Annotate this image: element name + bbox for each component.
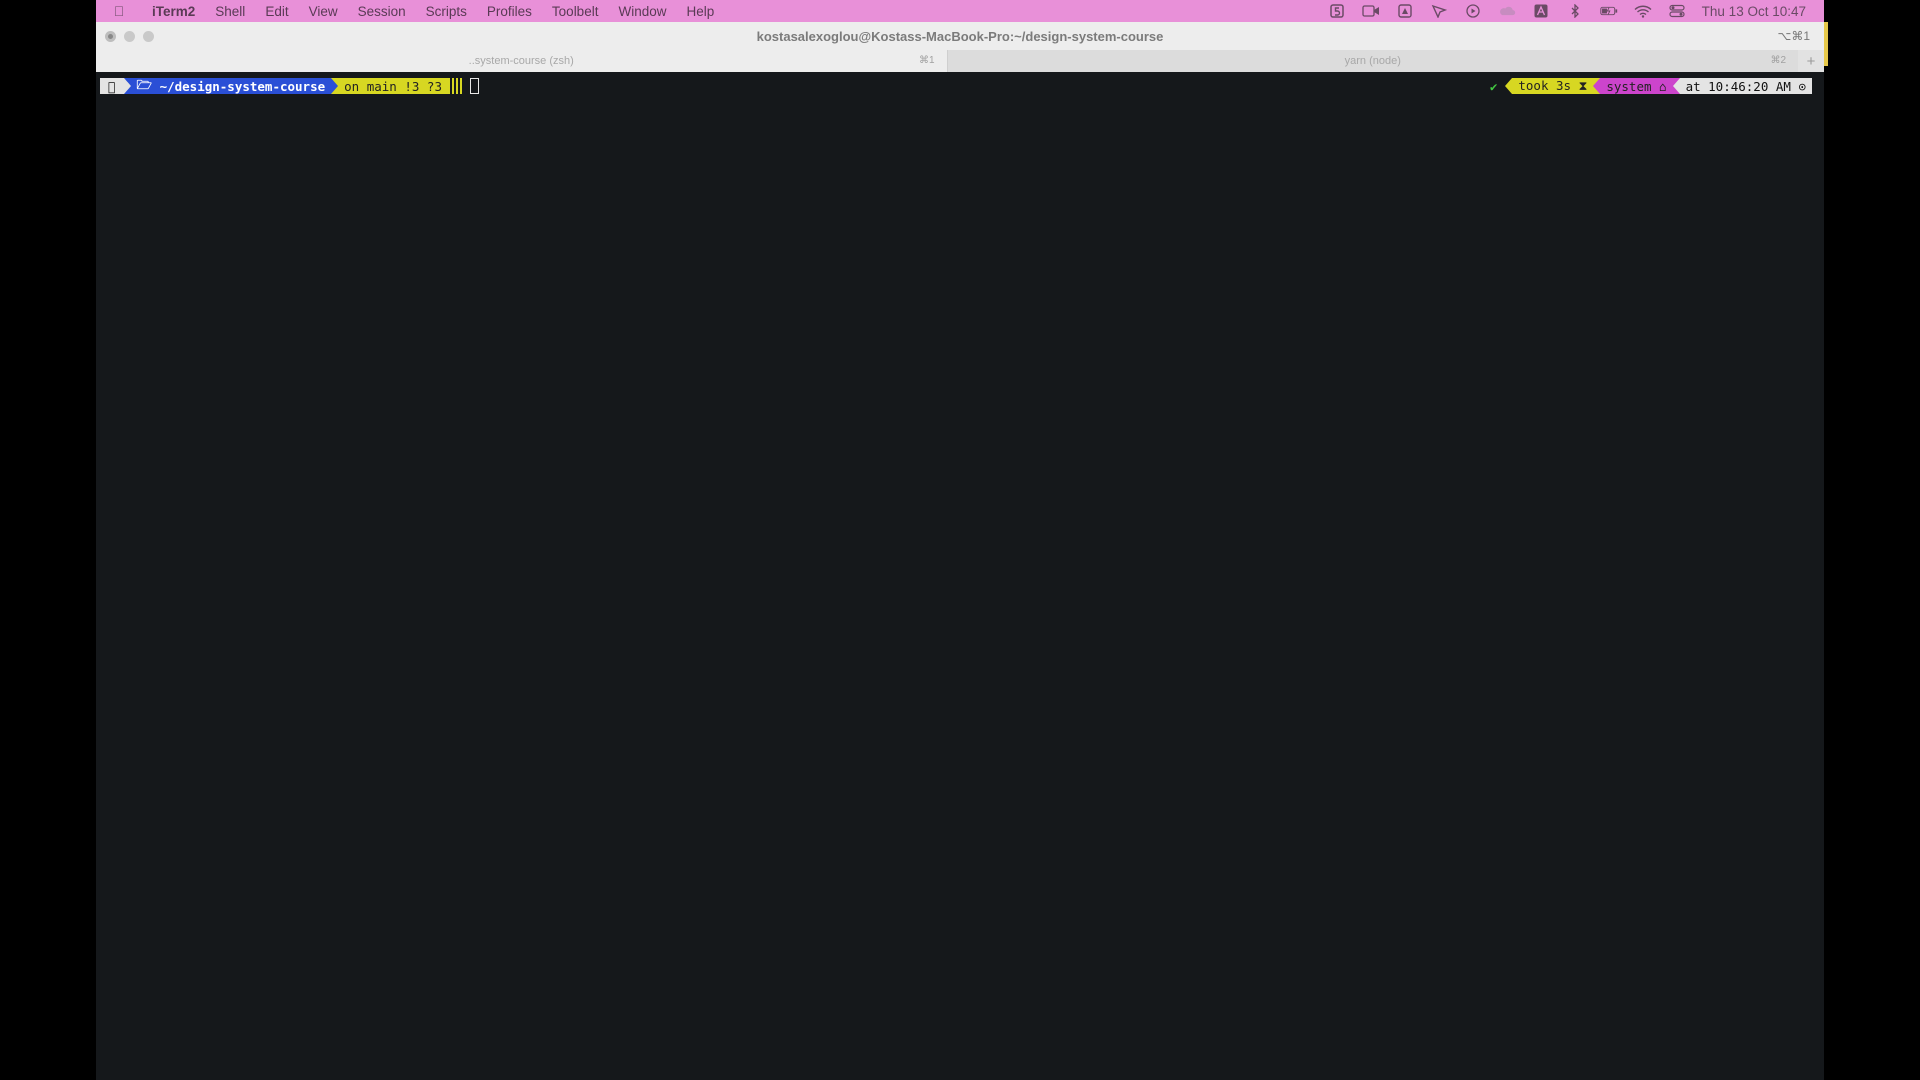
menu-toolbelt[interactable]: Toolbelt [542, 4, 609, 19]
prompt-time: at 10:46:20 AM ⊙ [1679, 78, 1812, 94]
tab-zsh-shortcut: ⌘1 [918, 55, 935, 66]
menu-app-iterm2[interactable]: iTerm2 [142, 4, 205, 19]
menu-view[interactable]: View [299, 4, 348, 19]
menu-session[interactable]: Session [348, 4, 416, 19]
tab-yarn-label: yarn (node) [1344, 55, 1401, 67]
prompt-right: ✔ took 3s ⧗ system ⌂ at 10:46:20 AM ⊙ [1482, 78, 1812, 94]
input-source-icon[interactable] [1532, 4, 1550, 18]
drive-icon[interactable] [1396, 4, 1414, 18]
play-icon[interactable] [1464, 4, 1482, 18]
battery-icon[interactable] [1599, 4, 1618, 18]
new-tab-button[interactable]: + [1798, 50, 1824, 72]
apple-menu-icon[interactable]:  [96, 3, 142, 19]
terminal-area[interactable]:  🗁 ~/design-system-course on main !3 ?3… [96, 72, 1824, 1080]
prompt-directory: 🗁 ~/design-system-course [129, 76, 332, 94]
zoom-window-button[interactable] [143, 31, 154, 42]
prompt-duration: took 3s ⧗ [1512, 78, 1594, 94]
prompt-git-status: on main !3 ?3 [338, 78, 448, 94]
prompt-separator [123, 78, 131, 94]
camera-icon[interactable] [1362, 4, 1380, 18]
menu-scripts[interactable]: Scripts [416, 4, 477, 19]
tab-bar: ..system-course (zsh) ⌘1 yarn (node) ⌘2 … [96, 50, 1824, 72]
tab-zsh[interactable]: ..system-course (zsh) ⌘1 [96, 50, 947, 72]
menu-profiles[interactable]: Profiles [477, 4, 542, 19]
title-bar[interactable]: kostasalexoglou@Kostass-MacBook-Pro:~/de… [96, 22, 1824, 50]
bluetooth-icon[interactable] [1566, 4, 1584, 18]
menu-window[interactable]: Window [608, 4, 676, 19]
window-shortcut: ⌥⌘1 [1777, 29, 1810, 43]
window-title: kostasalexoglou@Kostass-MacBook-Pro:~/de… [756, 28, 1164, 44]
five-icon[interactable] [1328, 4, 1346, 18]
menu-edit[interactable]: Edit [255, 4, 298, 19]
prompt-environment: system ⌂ [1600, 78, 1673, 94]
prompt-separator [1593, 78, 1601, 94]
prompt-separator [1672, 78, 1680, 94]
iterm-window: kostasalexoglou@Kostass-MacBook-Pro:~/de… [96, 22, 1828, 1080]
status-menu-area: Thu 13 Oct 10:47 [1328, 4, 1824, 19]
tab-zsh-label: ..system-course (zsh) [468, 55, 574, 67]
cloud-icon[interactable] [1498, 4, 1516, 18]
prompt-line:  🗁 ~/design-system-course on main !3 ?3… [100, 76, 1812, 94]
menu-shell[interactable]: Shell [205, 4, 255, 19]
menu-bar:  iTerm2 Shell Edit View Session Scripts… [96, 0, 1824, 22]
prompt-separator [1505, 78, 1513, 94]
close-window-button[interactable] [105, 31, 116, 42]
prompt-directory-path: ~/design-system-course [152, 78, 326, 94]
tab-yarn[interactable]: yarn (node) ⌘2 [946, 50, 1798, 72]
wifi-icon[interactable] [1634, 4, 1652, 18]
window-controls [105, 31, 154, 42]
menu-help[interactable]: Help [676, 4, 724, 19]
tab-yarn-shortcut: ⌘2 [1770, 55, 1786, 66]
terminal-cursor [469, 78, 479, 94]
menu-clock[interactable]: Thu 13 Oct 10:47 [1702, 4, 1806, 19]
prompt-fade [447, 78, 462, 94]
minimize-window-button[interactable] [124, 31, 135, 42]
control-center-icon[interactable] [1668, 4, 1686, 18]
apple-os-icon:  [100, 78, 124, 94]
window-edge-accent [1824, 22, 1828, 66]
folder-icon: 🗁 [129, 76, 153, 92]
prompt-exit-status: ✔ [1489, 78, 1498, 94]
prompt-separator [331, 78, 339, 94]
cursor-app-icon[interactable] [1430, 4, 1448, 18]
